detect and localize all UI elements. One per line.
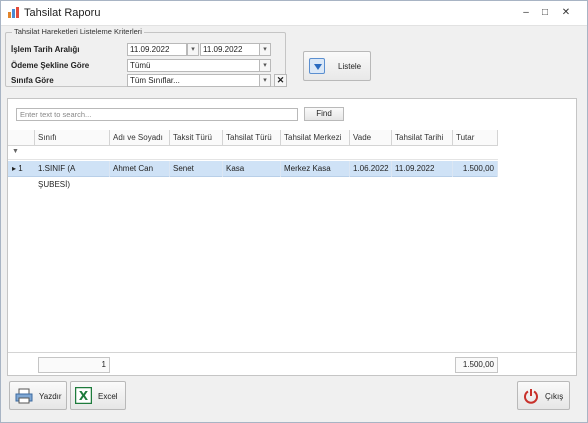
exit-button-label: Çıkış [545,392,564,401]
cell-installment-type[interactable]: Senet [170,161,223,177]
power-icon [524,389,538,404]
chart-app-icon [8,7,20,19]
find-button[interactable]: Find [304,107,344,121]
class-dropdown[interactable]: ▾ [259,74,271,87]
column-header-collection-center[interactable]: Tahsilat Merkezi [281,130,350,146]
download-arrow-icon [309,58,325,74]
print-button[interactable]: Yazdır [9,381,67,410]
clear-class-icon[interactable]: ✕ [274,74,287,87]
payment-type-dropdown[interactable]: ▾ [259,59,271,72]
column-header-due-date[interactable]: Vade [350,130,392,146]
excel-icon: X [75,387,92,404]
exit-button[interactable]: Çıkış [517,381,570,410]
criteria-group-title: Tahsilat Hareketleri Listeleme Kriterler… [12,27,144,36]
excel-button-label: Excel [98,392,118,401]
date-to-field[interactable]: 11.09.2022 [200,43,260,56]
cell-collection-date[interactable]: 11.09.2022 [392,161,453,177]
minimize-button[interactable]: – [517,5,535,21]
column-header-amount[interactable]: Tutar [453,130,498,146]
maximize-button[interactable]: □ [536,5,554,21]
column-header-name[interactable]: Adı ve Soyadı [110,130,170,146]
column-header-collection-date[interactable]: Tahsilat Tarihi [392,130,453,146]
column-header-class[interactable]: Sınıfı [35,130,110,146]
printer-icon [15,388,33,404]
grid-footer-divider [8,352,576,353]
cell-name[interactable]: Ahmet Can [110,161,170,177]
cell-collection-center[interactable]: Merkez Kasa [281,161,350,177]
print-button-label: Yazdır [39,392,62,401]
date-from-dropdown[interactable]: ▾ [187,43,199,56]
footer-total: 1.500,00 [455,357,498,373]
filter-icon[interactable]: ▼ [12,148,19,155]
column-header-installment-type[interactable]: Taksit Türü [170,130,223,146]
payment-type-label: Ödeme Şekline Göre [11,61,90,70]
date-range-label: İşlem Tarih Aralığı [11,45,80,54]
cell-due-date[interactable]: 1.06.2022 [350,161,392,177]
cell-amount[interactable]: 1.500,00 [453,161,498,177]
title-bar: Tahsilat Raporu – □ ✕ [1,1,587,26]
column-header-indicator [8,130,35,146]
payment-type-select[interactable]: Tümü [127,59,260,72]
cell-collection-type[interactable]: Kasa [223,161,281,177]
list-button-label: Listele [338,62,362,71]
window-title: Tahsilat Raporu [24,7,101,19]
close-button[interactable]: ✕ [557,5,575,21]
cell-class[interactable]: 1.SINIF (A ŞUBESİ) [35,161,110,189]
auto-filter-row[interactable] [8,146,498,160]
list-button[interactable]: Listele [303,51,371,81]
date-to-dropdown[interactable]: ▾ [259,43,271,56]
excel-button[interactable]: X Excel [70,381,126,410]
date-from-field[interactable]: 11.09.2022 [127,43,187,56]
svg-text:X: X [79,389,89,403]
column-header-collection-type[interactable]: Tahsilat Türü [223,130,281,146]
class-select[interactable]: Tüm Sınıflar... [127,74,260,87]
class-label: Sınıfa Göre [11,76,54,85]
search-input[interactable]: Enter text to search... [16,108,298,121]
footer-count: 1 [38,357,110,373]
row-indicator: ▸ 1 [12,164,23,173]
